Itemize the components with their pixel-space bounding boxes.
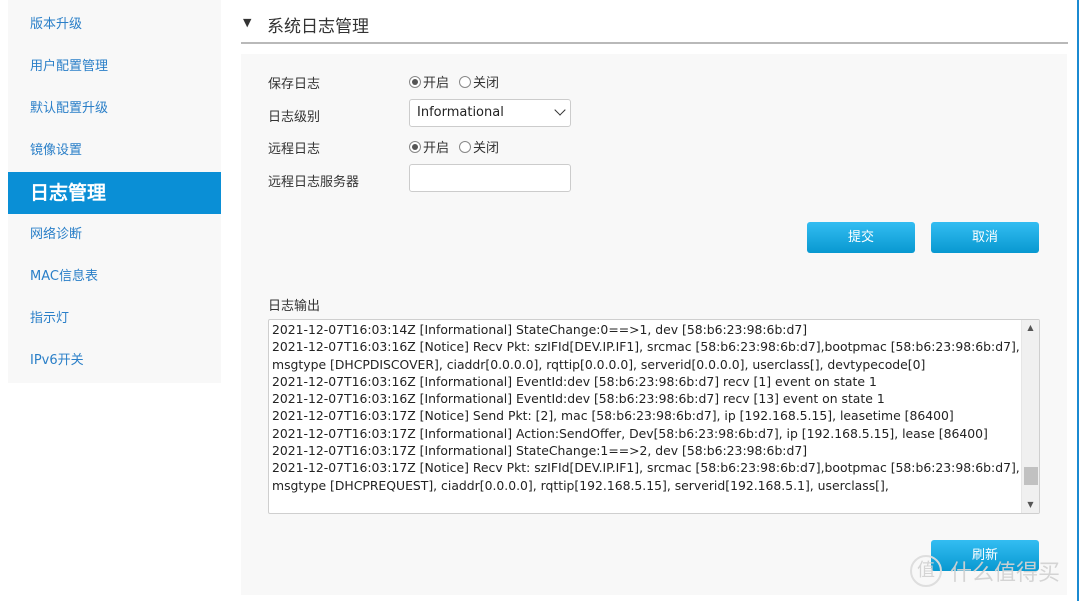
log-output-textarea[interactable]: 2021-12-07T16:03:14Z [Informational] Sta… — [268, 319, 1040, 514]
log-line: 2021-12-07T16:03:17Z [Informational] Sta… — [272, 443, 808, 459]
sidebar-item-network-diagnosis[interactable]: 网络诊断 — [8, 214, 221, 256]
scrollbar-thumb[interactable] — [1024, 467, 1038, 485]
watermark: 值 什么值得买 — [910, 555, 1060, 587]
remote-server-label: 远程日志服务器 — [268, 175, 360, 190]
sidebar-item-user-config[interactable]: 用户配置管理 — [8, 46, 221, 88]
log-line: 2021-12-07T16:03:14Z [Informational] Sta… — [272, 322, 808, 337]
sidebar: 版本升级 用户配置管理 默认配置升级 镜像设置 日志管理 网络诊断 MAC信息表… — [8, 0, 221, 383]
remote-server-input[interactable] — [409, 164, 571, 192]
log-scrollbar[interactable]: ▲ ▼ — [1021, 320, 1039, 513]
sidebar-item-mac-table[interactable]: MAC信息表 — [8, 256, 221, 298]
sidebar-item-ipv6-switch[interactable]: IPv6开关 — [8, 340, 221, 382]
sidebar-item-firmware-upgrade[interactable]: 版本升级 — [8, 4, 221, 46]
chevron-down-icon — [554, 104, 566, 116]
log-level-select[interactable]: Informational — [409, 99, 571, 127]
scroll-up-arrow-icon[interactable]: ▲ — [1022, 320, 1039, 336]
save-log-label: 保存日志 — [268, 77, 321, 92]
save-log-on-radio[interactable] — [409, 75, 421, 88]
triangle-down-icon[interactable]: ▼ — [243, 16, 251, 29]
remote-log-off-label[interactable]: 关闭 — [473, 137, 499, 156]
log-lines: 2021-12-07T16:03:14Z [Informational] Sta… — [272, 321, 1020, 494]
remote-log-off-radio[interactable] — [459, 140, 472, 153]
watermark-text: 什么值得买 — [950, 561, 1061, 586]
log-line: 2021-12-07T16:03:16Z [Notice] Recv Pkt: … — [272, 339, 1020, 372]
save-log-on-label[interactable]: 开启 — [423, 72, 449, 91]
save-log-off-radio[interactable] — [459, 75, 472, 88]
watermark-logo-icon: 值 — [910, 555, 942, 587]
page-title: 系统日志管理 — [267, 17, 369, 37]
sidebar-item-log-management[interactable]: 日志管理 — [8, 172, 221, 214]
sidebar-item-default-config-upgrade[interactable]: 默认配置升级 — [8, 88, 221, 130]
scroll-down-arrow-icon[interactable]: ▼ — [1022, 497, 1039, 513]
log-line: 2021-12-07T16:03:17Z [Notice] Send Pkt: … — [272, 408, 954, 424]
cancel-button[interactable]: 取消 — [931, 222, 1039, 253]
save-log-radio-group: 开启 关闭 — [409, 72, 509, 91]
log-line: 2021-12-07T16:03:16Z [Informational] Eve… — [272, 391, 885, 407]
log-output-label: 日志输出 — [268, 299, 321, 314]
submit-button[interactable]: 提交 — [807, 222, 915, 253]
section-header[interactable]: ▼ 系统日志管理 — [241, 0, 1068, 44]
remote-log-on-radio[interactable] — [409, 140, 421, 153]
log-line: 2021-12-07T16:03:16Z [Informational] Eve… — [272, 373, 877, 389]
remote-log-label: 远程日志 — [268, 142, 321, 157]
remote-log-on-label[interactable]: 开启 — [423, 137, 449, 156]
save-log-off-label[interactable]: 关闭 — [473, 72, 499, 91]
log-line: 2021-12-07T16:03:17Z [Informational] Act… — [272, 425, 988, 441]
sidebar-item-indicator-light[interactable]: 指示灯 — [8, 298, 221, 340]
header-divider — [241, 42, 1068, 44]
window-edge-border — [1077, 0, 1079, 601]
remote-log-radio-group: 开启 关闭 — [409, 137, 509, 156]
sidebar-item-mirror-settings[interactable]: 镜像设置 — [8, 130, 221, 172]
log-level-value: Informational — [417, 105, 504, 120]
log-level-label: 日志级别 — [268, 110, 321, 125]
log-line: 2021-12-07T16:03:17Z [Notice] Recv Pkt: … — [272, 460, 1020, 493]
